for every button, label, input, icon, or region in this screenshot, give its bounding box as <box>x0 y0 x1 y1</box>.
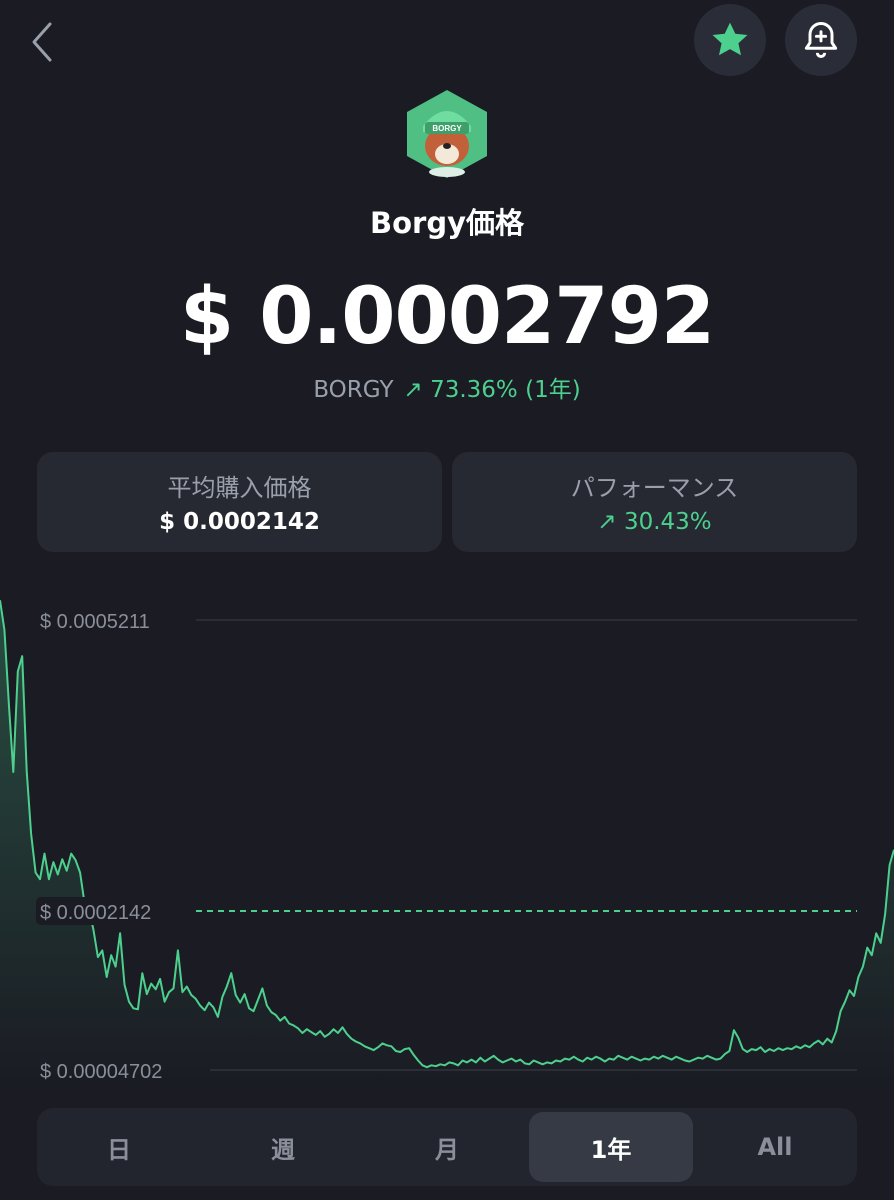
performance-label: パフォーマンス <box>570 474 739 502</box>
tab-day[interactable]: 日 <box>37 1108 201 1186</box>
tab-month[interactable]: 月 <box>365 1108 529 1186</box>
average-buy-price-label: 平均購入価格 <box>167 474 312 502</box>
favorite-button[interactable] <box>694 4 766 76</box>
page-title: Borgy価格 <box>370 206 524 240</box>
chart-line <box>0 600 894 1069</box>
ticker-symbol: BORGY <box>313 377 394 403</box>
y-tick-label-max: $ 0.0005211 <box>40 611 150 633</box>
bell-plus-icon <box>804 22 838 58</box>
performance-value: ↗ 30.43% <box>597 509 712 535</box>
y-tick-label-avg: $ 0.0002142 <box>40 902 151 924</box>
y-tick-label-min: $ 0.00004702 <box>40 1061 162 1083</box>
price-summary: BORGY ↗ 73.36% (1年) <box>0 370 894 404</box>
price-chart[interactable]: $ 0.0005211 $ 0.0002142 $ 0.00004702 <box>0 590 894 1090</box>
timeframe-selector: 日 週 月 1年 All <box>37 1108 857 1186</box>
tab-all[interactable]: All <box>693 1108 857 1186</box>
performance-card: パフォーマンス ↗ 30.43% <box>452 452 857 552</box>
back-button[interactable] <box>22 18 62 66</box>
token-logo: BORGY <box>405 88 489 180</box>
chevron-left-icon <box>32 22 52 62</box>
price-change: ↗ 73.36% (1年) <box>403 377 581 403</box>
tab-week[interactable]: 週 <box>201 1108 365 1186</box>
average-buy-price-value: $ 0.0002142 <box>159 509 320 535</box>
tab-year[interactable]: 1年 <box>529 1112 693 1182</box>
average-buy-price-card: 平均購入価格 $ 0.0002142 <box>37 452 442 552</box>
price-alert-button[interactable] <box>785 4 857 76</box>
chart-area <box>0 600 894 1090</box>
current-price: $ 0.0002792 <box>179 272 715 362</box>
star-icon <box>712 22 748 56</box>
svg-text:BORGY: BORGY <box>432 124 462 133</box>
